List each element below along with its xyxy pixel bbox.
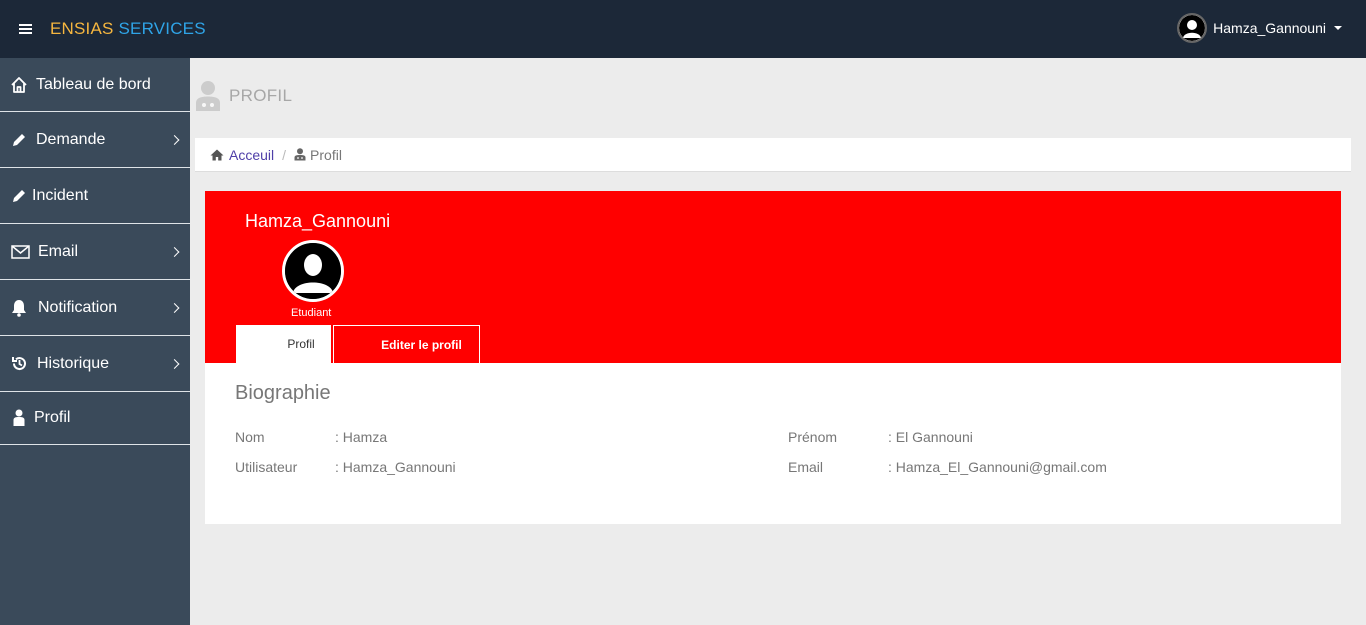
user-name: Hamza_Gannouni bbox=[1213, 20, 1326, 36]
nom-value: : Hamza bbox=[335, 429, 388, 445]
sidebar-item-profil[interactable]: Profil bbox=[0, 392, 190, 445]
brand-part-ensias: ENSIAS bbox=[50, 19, 114, 38]
user-menu-dropdown[interactable]: Hamza_Gannouni bbox=[1177, 13, 1342, 43]
nom-label: Nom bbox=[235, 429, 265, 445]
tab-profil[interactable]: Profil bbox=[236, 325, 331, 363]
home-icon bbox=[210, 149, 224, 160]
sidebar-item-historique[interactable]: Historique bbox=[0, 336, 190, 392]
profile-card: Hamza_Gannouni Etudiant Profil Editer le… bbox=[205, 191, 1341, 524]
caret-down-icon bbox=[1334, 26, 1342, 30]
chevron-right-icon bbox=[169, 302, 180, 313]
sidebar-item-label: Profil bbox=[34, 409, 71, 426]
sidebar-item-incident[interactable]: Incident bbox=[0, 168, 190, 224]
page-header: PROFIL bbox=[195, 80, 292, 112]
pencil-icon bbox=[10, 187, 28, 205]
prenom-label: Prénom bbox=[788, 429, 838, 445]
hamburger-menu-icon[interactable] bbox=[19, 22, 32, 36]
top-navbar: ENSIAS SERVICES Hamza_Gannouni bbox=[0, 0, 1366, 58]
sidebar-item-label: Historique bbox=[37, 354, 110, 372]
chevron-right-icon bbox=[169, 358, 180, 369]
history-icon bbox=[10, 355, 28, 373]
email-value: : Hamza_El_Gannouni@gmail.com bbox=[888, 459, 1107, 475]
profile-username: Hamza_Gannouni bbox=[245, 211, 391, 231]
envelope-icon bbox=[10, 243, 30, 261]
sidebar-item-demande[interactable]: Demande bbox=[0, 112, 190, 168]
sidebar-item-label: Email bbox=[38, 242, 79, 260]
user-icon bbox=[10, 409, 28, 427]
breadcrumb-separator: / bbox=[282, 146, 287, 163]
breadcrumb-home-link[interactable]: Acceuil bbox=[229, 147, 274, 163]
breadcrumb-current: Profil bbox=[310, 146, 342, 163]
page-title: PROFIL bbox=[229, 86, 293, 105]
bell-icon bbox=[10, 299, 28, 317]
chevron-right-icon bbox=[169, 246, 180, 257]
pencil-icon bbox=[10, 131, 28, 149]
biography-heading: Biographie bbox=[235, 382, 331, 404]
profile-banner: Hamza_Gannouni Etudiant Profil Editer le… bbox=[205, 191, 1341, 363]
chevron-right-icon bbox=[169, 134, 180, 145]
user-silhouette-icon bbox=[1179, 15, 1206, 41]
email-label: Email bbox=[788, 459, 824, 475]
user-avatar bbox=[1177, 13, 1208, 43]
utilisateur-label: Utilisateur bbox=[235, 459, 298, 475]
sidebar-item-tableau-de-bord[interactable]: Tableau de bord bbox=[0, 58, 190, 112]
tab-edit-profile[interactable]: Editer le profil bbox=[333, 325, 480, 363]
brand-part-services: SERVICES bbox=[118, 19, 206, 38]
profile-role: Etudiant bbox=[291, 307, 332, 319]
user-md-icon bbox=[294, 148, 306, 161]
utilisateur-value: : Hamza_Gannouni bbox=[335, 459, 456, 475]
sidebar-item-label: Notification bbox=[38, 298, 118, 316]
breadcrumb: Acceuil / Profil bbox=[195, 138, 1351, 172]
home-icon bbox=[10, 76, 28, 94]
sidebar-item-label: Incident bbox=[32, 186, 89, 204]
sidebar: Tableau de bord Demande Incident Email N… bbox=[0, 58, 190, 625]
brand-logo[interactable]: ENSIAS SERVICES bbox=[50, 19, 206, 39]
sidebar-item-label: Demande bbox=[36, 130, 106, 148]
sidebar-item-notification[interactable]: Notification bbox=[0, 280, 190, 336]
sidebar-item-email[interactable]: Email bbox=[0, 224, 190, 280]
profile-avatar bbox=[282, 240, 344, 302]
user-silhouette-icon bbox=[285, 243, 341, 299]
user-md-icon bbox=[196, 81, 220, 111]
sidebar-item-label: Tableau de bord bbox=[36, 75, 151, 93]
prenom-value: : El Gannouni bbox=[888, 429, 973, 445]
